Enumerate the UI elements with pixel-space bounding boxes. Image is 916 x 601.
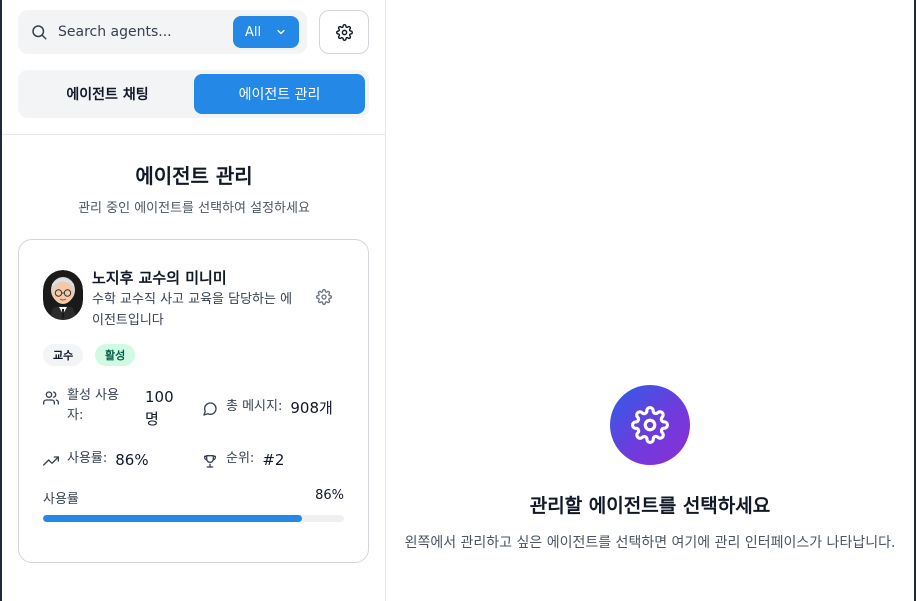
- stat-messages: 총 메시지: 908개: [202, 397, 333, 419]
- progress-fill: [43, 515, 302, 522]
- progress-label: 사용률: [43, 492, 79, 507]
- empty-state-icon: [610, 385, 690, 465]
- gear-icon: [631, 406, 669, 444]
- search-box: All: [18, 10, 307, 54]
- stat-value: 100명: [145, 388, 174, 428]
- avatar: [43, 270, 83, 320]
- empty-state-description: 왼쪽에서 관리하고 싶은 에이전트를 선택하면 여기에 관리 인터페이스가 나타…: [404, 535, 896, 551]
- message-circle-icon: [203, 402, 217, 416]
- filter-dropdown[interactable]: All: [233, 16, 299, 48]
- section-title: 에이전트 관리: [135, 164, 253, 188]
- agent-description: 수학 교수직 사고 교육을 담당하는 에이전트입니다: [92, 292, 293, 328]
- stat-usage: 사용률: 86%: [43, 449, 149, 471]
- stat-active-users: 활성 사용자: 100명: [43, 386, 185, 430]
- gear-icon[interactable]: [316, 289, 332, 305]
- section-subtitle: 관리 중인 에이전트를 선택하여 설정하세요: [78, 201, 310, 216]
- stat-label: 순위:: [226, 451, 255, 466]
- search-icon: [32, 25, 47, 40]
- stat-value: #2: [262, 451, 285, 469]
- stat-rank: 순위: #2: [202, 449, 284, 471]
- stat-label: 사용률:: [67, 451, 108, 466]
- tag-badge: 교수: [43, 344, 84, 366]
- stat-value: 86%: [115, 451, 149, 469]
- filter-label: All: [245, 24, 262, 40]
- app-window: All 에이전트 채팅 에이전트 관리 에이전트 관리 관리 중인 에이전트를 …: [0, 0, 916, 601]
- agent-name: 노지후 교수의 미니미: [92, 269, 227, 287]
- progress-bar: [43, 515, 344, 522]
- settings-button[interactable]: [319, 10, 369, 54]
- progress-percent: 86%: [315, 488, 344, 503]
- status-badge: 활성: [95, 344, 136, 366]
- search-input[interactable]: [58, 10, 228, 54]
- gear-icon: [335, 23, 353, 41]
- stat-value: 908개: [290, 399, 333, 417]
- chevron-down-icon: [277, 29, 285, 35]
- tab-bar: 에이전트 채팅 에이전트 관리: [18, 70, 369, 118]
- stat-label: 총 메시지:: [226, 399, 283, 414]
- main-panel: 관리할 에이전트를 선택하세요 왼쪽에서 관리하고 싶은 에이전트를 선택하면 …: [386, 0, 914, 601]
- empty-state-title: 관리할 에이전트를 선택하세요: [529, 495, 771, 517]
- trophy-icon: [204, 455, 216, 468]
- tab-agent-manage[interactable]: 에이전트 관리: [194, 74, 365, 114]
- users-icon: [43, 391, 59, 405]
- sidebar: All 에이전트 채팅 에이전트 관리 에이전트 관리 관리 중인 에이전트를 …: [2, 0, 386, 601]
- agent-card[interactable]: 노지후 교수의 미니미 수학 교수직 사고 교육을 담당하는 에이전트입니다 교…: [18, 239, 369, 563]
- tab-agent-chat[interactable]: 에이전트 채팅: [22, 74, 193, 114]
- trending-up-icon: [43, 456, 59, 466]
- stat-label: 활성 사용자:: [67, 388, 119, 423]
- divider: [2, 134, 386, 135]
